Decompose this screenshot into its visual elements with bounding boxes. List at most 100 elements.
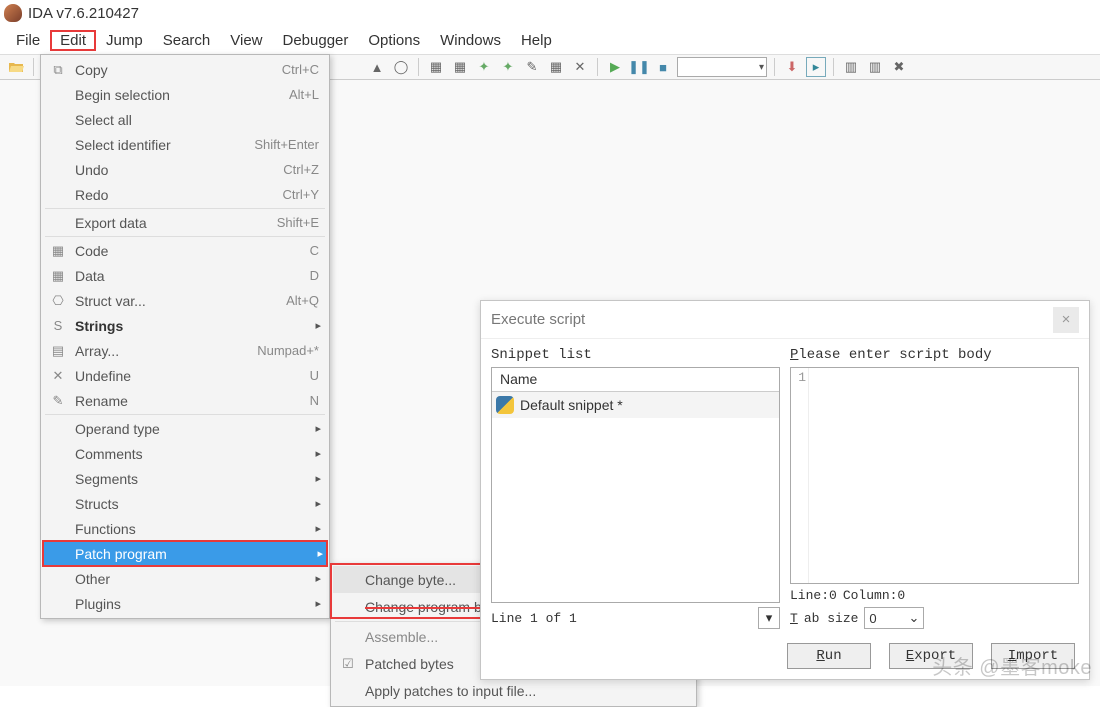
menu-item-plugins[interactable]: Plugins▸ [43, 591, 327, 616]
menu-item-patch-program[interactable]: Patch program▸ [43, 541, 327, 566]
rename-icon: ✎ [47, 393, 69, 409]
pause-icon[interactable]: ❚❚ [629, 57, 649, 77]
menubar-item-jump[interactable]: Jump [96, 30, 153, 51]
stop-icon[interactable]: ■ [653, 57, 673, 77]
toolbar-icon[interactable]: ▥ [841, 57, 861, 77]
copy-icon: ⧉ [47, 62, 69, 78]
app-icon [4, 4, 22, 22]
execute-script-window: Execute script × Snippet list Name Defau… [480, 300, 1090, 680]
submenu-arrow-icon: ▸ [315, 472, 321, 485]
toolbar-icon[interactable]: ✖ [889, 57, 909, 77]
menu-item-label: Plugins [69, 596, 319, 612]
undefine-icon: ✕ [47, 368, 69, 384]
menu-item-struct-var-[interactable]: ⎔Struct var...Alt+Q [43, 288, 327, 313]
menu-item-label: Export data [69, 215, 277, 231]
submenu-arrow-icon: ▸ [315, 447, 321, 460]
close-icon[interactable]: ✕ [570, 57, 590, 77]
toolbar-icon[interactable]: ✦ [474, 57, 494, 77]
line-status: Line 1 of 1 [491, 611, 752, 626]
menu-shortcut: C [310, 243, 319, 258]
open-icon[interactable] [6, 57, 26, 77]
column-header-name[interactable]: Name [492, 368, 779, 392]
menu-item-strings[interactable]: SStrings▸ [43, 313, 327, 338]
close-button[interactable]: × [1053, 307, 1079, 333]
menu-item-label: Begin selection [69, 87, 289, 103]
triangle-icon[interactable]: ▲ [367, 57, 387, 77]
script-editor[interactable]: 1 [790, 367, 1079, 584]
struct-icon: ⎔ [47, 293, 69, 309]
script-window-titlebar[interactable]: Execute script × [481, 301, 1089, 339]
menu-shortcut: Shift+Enter [254, 137, 319, 152]
menubar-item-windows[interactable]: Windows [430, 30, 511, 51]
editor-label: Please enter script body [790, 347, 1079, 363]
toolbar-icon[interactable]: ✦ [498, 57, 518, 77]
snippet-list-label: Snippet list [491, 347, 780, 363]
lang-dropdown[interactable]: ▾ [758, 607, 780, 629]
tab-size-input[interactable]: 0⌄ [864, 607, 924, 629]
menu-shortcut: Ctrl+C [282, 62, 319, 77]
debugger-combo[interactable] [677, 57, 767, 77]
submenu-arrow-icon: ▸ [315, 572, 321, 585]
script-window-title: Execute script [491, 311, 585, 328]
run-button[interactable]: Run [787, 643, 871, 669]
menu-item-label: Copy [69, 62, 282, 78]
python-icon [496, 396, 514, 414]
menu-item-comments[interactable]: Comments▸ [43, 441, 327, 466]
circle-icon[interactable]: ◯ [391, 57, 411, 77]
menu-item-undo[interactable]: UndoCtrl+Z [43, 157, 327, 182]
menu-item-structs[interactable]: Structs▸ [43, 491, 327, 516]
menu-item-data[interactable]: ▦DataD [43, 263, 327, 288]
menu-item-array-[interactable]: ▤Array...Numpad+* [43, 338, 327, 363]
toolbar-icon[interactable]: ▦ [450, 57, 470, 77]
menu-item-label: Structs [69, 496, 319, 512]
toolbar-icon[interactable]: ▦ [426, 57, 446, 77]
import-button[interactable]: Import [991, 643, 1075, 669]
menu-item-label: Struct var... [69, 293, 286, 309]
menu-item-functions[interactable]: Functions▸ [43, 516, 327, 541]
menu-item-select-all[interactable]: Select all [43, 107, 327, 132]
toolbar-icon[interactable]: ▥ [865, 57, 885, 77]
menu-item-operand-type[interactable]: Operand type▸ [43, 416, 327, 441]
edit-menu[interactable]: ⧉CopyCtrl+CBegin selectionAlt+LSelect al… [40, 54, 330, 619]
submenu-item-apply-patches-to-input-file-[interactable]: Apply patches to input file... [333, 677, 694, 704]
submenu-arrow-icon: ▸ [315, 497, 321, 510]
menubar-item-edit[interactable]: Edit [50, 30, 96, 51]
menu-item-export-data[interactable]: Export dataShift+E [43, 210, 327, 235]
menubar-item-view[interactable]: View [220, 30, 272, 51]
menu-item-label: Segments [69, 471, 319, 487]
menubar-item-options[interactable]: Options [358, 30, 430, 51]
menubar-item-search[interactable]: Search [153, 30, 221, 51]
cursor-line: Line:0 [790, 588, 837, 603]
menu-shortcut: U [310, 368, 319, 383]
snippet-item[interactable]: Default snippet * [492, 392, 779, 418]
menu-item-select-identifier[interactable]: Select identifierShift+Enter [43, 132, 327, 157]
menubar-item-help[interactable]: Help [511, 30, 562, 51]
menu-item-undefine[interactable]: ✕UndefineU [43, 363, 327, 388]
snippet-name: Default snippet * [520, 397, 623, 413]
menu-item-code[interactable]: ▦CodeC [43, 238, 327, 263]
submenu-arrow-icon: ▸ [315, 422, 321, 435]
menu-item-begin-selection[interactable]: Begin selectionAlt+L [43, 82, 327, 107]
menu-item-label: Other [69, 571, 319, 587]
menu-item-segments[interactable]: Segments▸ [43, 466, 327, 491]
menu-item-redo[interactable]: RedoCtrl+Y [43, 182, 327, 207]
menu-item-label: Functions [69, 521, 319, 537]
snippet-list[interactable]: Name Default snippet * [491, 367, 780, 603]
submenu-arrow-icon: ▸ [315, 522, 321, 535]
menubar-item-debugger[interactable]: Debugger [273, 30, 359, 51]
toolbar-icon[interactable]: ▸ [806, 57, 826, 77]
menu-item-rename[interactable]: ✎RenameN [43, 388, 327, 413]
menubar-item-file[interactable]: File [6, 30, 50, 51]
toolbar-icon[interactable]: ▦ [546, 57, 566, 77]
string-icon: S [47, 318, 69, 333]
menu-item-label: Undo [69, 162, 283, 178]
menu-item-label: Operand type [69, 421, 319, 437]
menu-item-copy[interactable]: ⧉CopyCtrl+C [43, 57, 327, 82]
play-icon[interactable]: ▶ [605, 57, 625, 77]
toolbar-icon[interactable]: ⬇ [782, 57, 802, 77]
toolbar-icon[interactable]: ✎ [522, 57, 542, 77]
menu-item-label: Redo [69, 187, 283, 203]
menu-item-label: Comments [69, 446, 319, 462]
menu-item-other[interactable]: Other▸ [43, 566, 327, 591]
export-button[interactable]: Export [889, 643, 973, 669]
